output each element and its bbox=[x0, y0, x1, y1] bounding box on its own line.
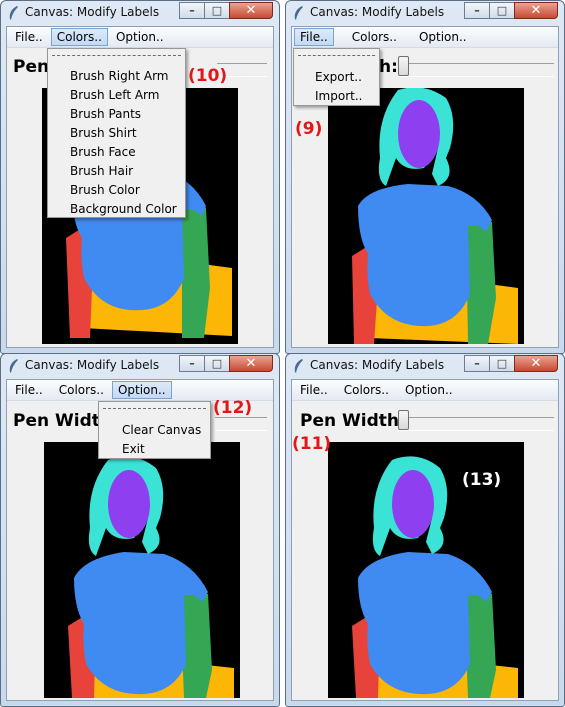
annotation-canvas: (13) bbox=[462, 470, 502, 490]
close-button[interactable]: ✕ bbox=[229, 355, 273, 372]
drawing-canvas[interactable]: (13) bbox=[328, 442, 524, 698]
title-bar[interactable]: Canvas: Modify Labels – □ ✕ bbox=[1, 354, 279, 378]
window-file-menu: Canvas: Modify Labels – □ ✕ File.. Color… bbox=[285, 0, 565, 354]
window-title: Canvas: Modify Labels bbox=[310, 5, 445, 19]
pen-width-label: Pen Width: bbox=[300, 411, 406, 431]
menu-item-export[interactable]: Export.. bbox=[294, 70, 379, 84]
pen-width-slider-track[interactable] bbox=[398, 417, 554, 431]
maximize-button[interactable]: □ bbox=[204, 2, 230, 19]
menu-option[interactable]: Option.. bbox=[110, 28, 170, 46]
close-button[interactable]: ✕ bbox=[514, 355, 558, 372]
pen-width-slider-track[interactable] bbox=[215, 417, 267, 431]
menu-colors[interactable]: Colors.. bbox=[53, 381, 110, 399]
figure bbox=[68, 456, 234, 698]
pen-width-slider-thumb[interactable] bbox=[398, 410, 409, 430]
file-dropdown: Export.. Import.. bbox=[293, 48, 380, 106]
annotation-pen-width: (11) bbox=[292, 434, 332, 454]
menu-bar: File.. Colors.. Option.. bbox=[7, 27, 273, 48]
menu-item-brush-color[interactable]: Brush Color bbox=[48, 183, 185, 197]
menu-file[interactable]: File.. bbox=[9, 381, 49, 399]
menu-option[interactable]: Option.. bbox=[413, 28, 473, 46]
pen-width-slider-thumb[interactable] bbox=[398, 56, 409, 76]
menu-option[interactable]: Option.. bbox=[399, 381, 459, 399]
menu-colors[interactable]: Colors.. bbox=[50, 28, 108, 46]
menu-file[interactable]: File.. bbox=[9, 28, 49, 46]
minimize-button[interactable]: – bbox=[464, 2, 490, 19]
close-button[interactable]: ✕ bbox=[514, 2, 558, 19]
menu-item-brush-pants[interactable]: Brush Pants bbox=[48, 107, 185, 121]
colors-dropdown: Brush Right Arm Brush Left Arm Brush Pan… bbox=[47, 48, 186, 218]
pen-width-label: Pen bbox=[13, 57, 50, 77]
pen-width-slider-track[interactable] bbox=[398, 63, 554, 77]
window-pen-width: Canvas: Modify Labels – □ ✕ File.. Color… bbox=[285, 353, 565, 707]
menu-bar: File.. Colors.. Option.. bbox=[292, 380, 558, 401]
maximize-button[interactable]: □ bbox=[489, 355, 515, 372]
feather-icon bbox=[9, 6, 18, 20]
menu-option[interactable]: Option.. bbox=[111, 381, 172, 399]
window-client: File.. Colors.. Option.. Pen Width: (13) bbox=[291, 379, 559, 701]
tearoff-line[interactable] bbox=[52, 55, 181, 56]
window-client: File.. Colors.. Option.. Pen Width Clear… bbox=[6, 379, 274, 701]
title-bar[interactable]: Canvas: Modify Labels – □ ✕ bbox=[286, 354, 564, 378]
feather-icon bbox=[294, 359, 303, 373]
menu-item-brush-left-arm[interactable]: Brush Left Arm bbox=[48, 88, 185, 102]
menu-item-background-color[interactable]: Background Color bbox=[48, 202, 185, 216]
menu-item-exit[interactable]: Exit bbox=[99, 442, 210, 456]
feather-icon bbox=[294, 6, 303, 20]
drawing-canvas[interactable] bbox=[44, 442, 240, 698]
annotation-colors-menu: (10) bbox=[188, 66, 228, 86]
menu-item-clear-canvas[interactable]: Clear Canvas bbox=[99, 423, 210, 437]
window-colors-menu: Canvas: Modify Labels – □ ✕ File.. Color… bbox=[0, 0, 280, 354]
menu-colors[interactable]: Colors.. bbox=[346, 28, 403, 46]
tearoff-line[interactable] bbox=[298, 55, 375, 56]
minimize-button[interactable]: – bbox=[464, 355, 490, 372]
window-title: Canvas: Modify Labels bbox=[25, 358, 160, 372]
menu-bar: File.. Colors.. Option.. bbox=[292, 27, 558, 48]
annotation-option-menu: (12) bbox=[213, 398, 253, 418]
menu-item-brush-hair[interactable]: Brush Hair bbox=[48, 164, 185, 178]
annotation-file-menu: (9) bbox=[295, 119, 323, 139]
close-button[interactable]: ✕ bbox=[229, 2, 273, 19]
tearoff-line[interactable] bbox=[103, 408, 206, 409]
figure bbox=[352, 88, 518, 344]
window-option-menu: Canvas: Modify Labels – □ ✕ File.. Color… bbox=[0, 353, 280, 707]
menu-item-brush-right-arm[interactable]: Brush Right Arm bbox=[48, 69, 185, 83]
window-client: File.. Colors.. Option.. h: Export.. Imp… bbox=[291, 26, 559, 348]
menu-file[interactable]: File.. bbox=[294, 381, 334, 399]
minimize-button[interactable]: – bbox=[179, 355, 205, 372]
menu-item-import[interactable]: Import.. bbox=[294, 89, 379, 103]
drawing-canvas[interactable] bbox=[328, 88, 524, 344]
feather-icon bbox=[9, 359, 18, 373]
window-title: Canvas: Modify Labels bbox=[25, 5, 160, 19]
menu-item-brush-face[interactable]: Brush Face bbox=[48, 145, 185, 159]
menu-colors[interactable]: Colors.. bbox=[338, 381, 395, 399]
option-dropdown: Clear Canvas Exit bbox=[98, 401, 211, 459]
menu-file[interactable]: File.. bbox=[294, 28, 334, 46]
minimize-button[interactable]: – bbox=[179, 2, 205, 19]
maximize-button[interactable]: □ bbox=[489, 2, 515, 19]
window-title: Canvas: Modify Labels bbox=[310, 358, 445, 372]
pen-width-label: h: bbox=[379, 57, 398, 77]
title-bar[interactable]: Canvas: Modify Labels – □ ✕ bbox=[1, 1, 279, 25]
menu-item-brush-shirt[interactable]: Brush Shirt bbox=[48, 126, 185, 140]
window-client: File.. Colors.. Option.. Pen Brush Right… bbox=[6, 26, 274, 348]
maximize-button[interactable]: □ bbox=[204, 355, 230, 372]
title-bar[interactable]: Canvas: Modify Labels – □ ✕ bbox=[286, 1, 564, 25]
